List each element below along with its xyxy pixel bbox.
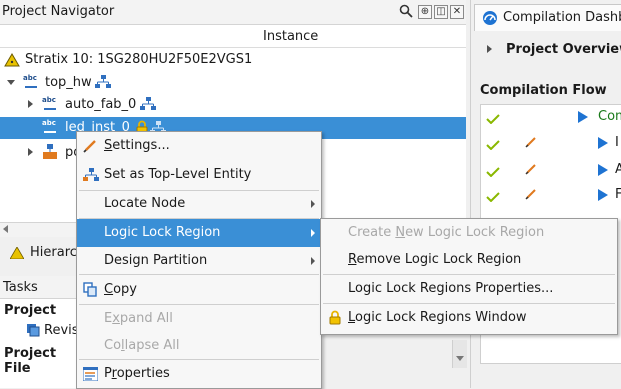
menu-item-label: Copy [104,282,137,297]
check-icon [486,139,500,154]
revisions-label[interactable]: Revis [44,323,79,338]
entity-icon: abc [42,96,58,112]
menu-item-label: Set as Top-Level Entity [104,167,252,182]
dashboard-tab-label: Compilation Dashb [503,10,621,25]
play-icon[interactable] [578,111,588,123]
submenu-arrow-icon [311,257,315,265]
scroll-left-icon[interactable] [3,225,8,233]
menu-item-label: Properties [104,366,170,381]
menu-item-properties[interactable]: Properties [77,360,321,388]
tree-item-label: auto_fab_0 [65,97,137,112]
expand-arrow-icon[interactable] [28,148,33,156]
pin-icon[interactable]: ⊕ [418,5,432,19]
flow-row-label[interactable]: I [615,135,619,150]
hierarchy-icon [83,168,99,186]
entity-icon: abc [42,119,58,135]
tasks-project-label: Project [4,303,57,318]
logic-lock-submenu: Create New Logic Lock Region Remove Logi… [320,218,618,335]
tree-row-top-hw[interactable]: abc top_hw [0,72,466,94]
hierarchy-tab-label: Hierarc [30,245,77,260]
check-icon [486,191,500,206]
search-icon[interactable] [399,4,413,18]
module-icon [42,144,58,164]
submenu-item-remove[interactable]: Remove Logic Lock Region [321,246,617,274]
check-icon [486,113,500,128]
submenu-item-window[interactable]: Logic Lock Regions Window [321,304,617,332]
hierarchy-icon [95,75,111,89]
flow-row-label[interactable]: Com [598,109,621,124]
panel-title-bar: Project Navigator ⊕ ◫ ✕ [0,0,466,25]
submenu-item-create-new[interactable]: Create New Logic Lock Region [321,219,617,247]
flow-row-label[interactable]: F [615,187,621,202]
dashboard-icon [482,10,498,30]
tree-row-auto-fab[interactable]: abc auto_fab_0 [0,94,466,116]
scroll-down-icon[interactable] [456,356,464,361]
warning-icon [9,246,25,263]
menu-item-label: Settings... [104,138,170,153]
edit-settings-icon[interactable] [525,163,537,179]
float-icon[interactable]: ◫ [434,5,448,19]
menu-item-label: Remove Logic Lock Region [348,252,522,267]
submenu-item-properties[interactable]: Logic Lock Regions Properties... [321,275,617,303]
menu-separator [79,274,319,275]
properties-icon [82,366,99,385]
column-header[interactable]: Instance [0,27,466,48]
menu-item-label: Create New Logic Lock Region [348,225,545,240]
menu-item-expand-all[interactable]: Expand All [77,305,321,333]
flow-row-label[interactable]: A [615,162,621,177]
entity-icon: abc [23,74,39,90]
close-icon[interactable]: ✕ [450,5,464,19]
collapse-arrow-icon[interactable] [7,80,15,85]
menu-item-label: Logic Lock Regions Window [348,310,527,325]
check-icon [486,166,500,181]
vertical-scrollbar[interactable] [452,340,467,368]
menu-item-label: Collapse All [104,338,180,353]
project-overview-label[interactable]: Project Overview [506,42,621,57]
menu-item-collapse-all[interactable]: Collapse All [77,332,321,360]
menu-item-label: Logic Lock Region [104,225,221,240]
menu-item-label: Expand All [104,311,173,326]
compilation-flow-title: Compilation Flow [480,83,607,98]
menu-item-settings[interactable]: Settings... [77,132,321,160]
tasks-panel: Project Revis Project File [0,299,80,388]
copy-icon [83,282,98,301]
project-files-label: Project File [4,346,57,376]
hierarchy-icon [140,97,156,111]
play-icon[interactable] [598,164,608,176]
device-warning-icon [4,53,20,71]
expand-arrow-icon[interactable] [28,100,33,108]
edit-settings-icon[interactable] [525,188,537,204]
panel-title: Project Navigator [2,4,115,19]
menu-item-design-partition[interactable]: Design Partition [77,247,321,275]
revisions-icon [26,323,40,341]
tree-row-device[interactable]: Stratix 10: 1SG280HU2F50E2VGS1 [0,49,466,71]
submenu-arrow-icon [311,200,315,208]
settings-pencil-icon [83,139,97,157]
menu-item-set-top-level[interactable]: Set as Top-Level Entity [77,161,321,189]
menu-item-label: Locate Node [104,196,186,211]
hierarchy-tab[interactable]: Hierarc [0,238,80,268]
compilation-dashboard-tab[interactable]: Compilation Dashb [474,4,621,31]
menu-item-logic-lock-region[interactable]: Logic Lock Region [77,219,321,247]
play-icon[interactable] [598,137,608,149]
expand-arrow-icon[interactable] [487,45,492,53]
context-menu: Settings... Set as Top-Level Entity Loca… [76,131,322,389]
tasks-title-bar: Tasks [0,276,80,299]
menu-item-copy[interactable]: Copy [77,276,321,304]
menu-item-locate-node[interactable]: Locate Node [77,190,321,218]
menu-item-label: Logic Lock Regions Properties... [348,281,554,296]
column-header-instance: Instance [263,29,319,44]
device-label: Stratix 10: 1SG280HU2F50E2VGS1 [25,52,253,67]
lock-icon [329,310,341,329]
menu-item-label: Design Partition [104,253,208,268]
play-icon[interactable] [598,189,608,201]
tasks-title: Tasks [3,280,38,295]
submenu-arrow-icon [311,229,315,237]
edit-settings-icon[interactable] [525,136,537,152]
tree-item-label: top_hw [45,75,92,90]
